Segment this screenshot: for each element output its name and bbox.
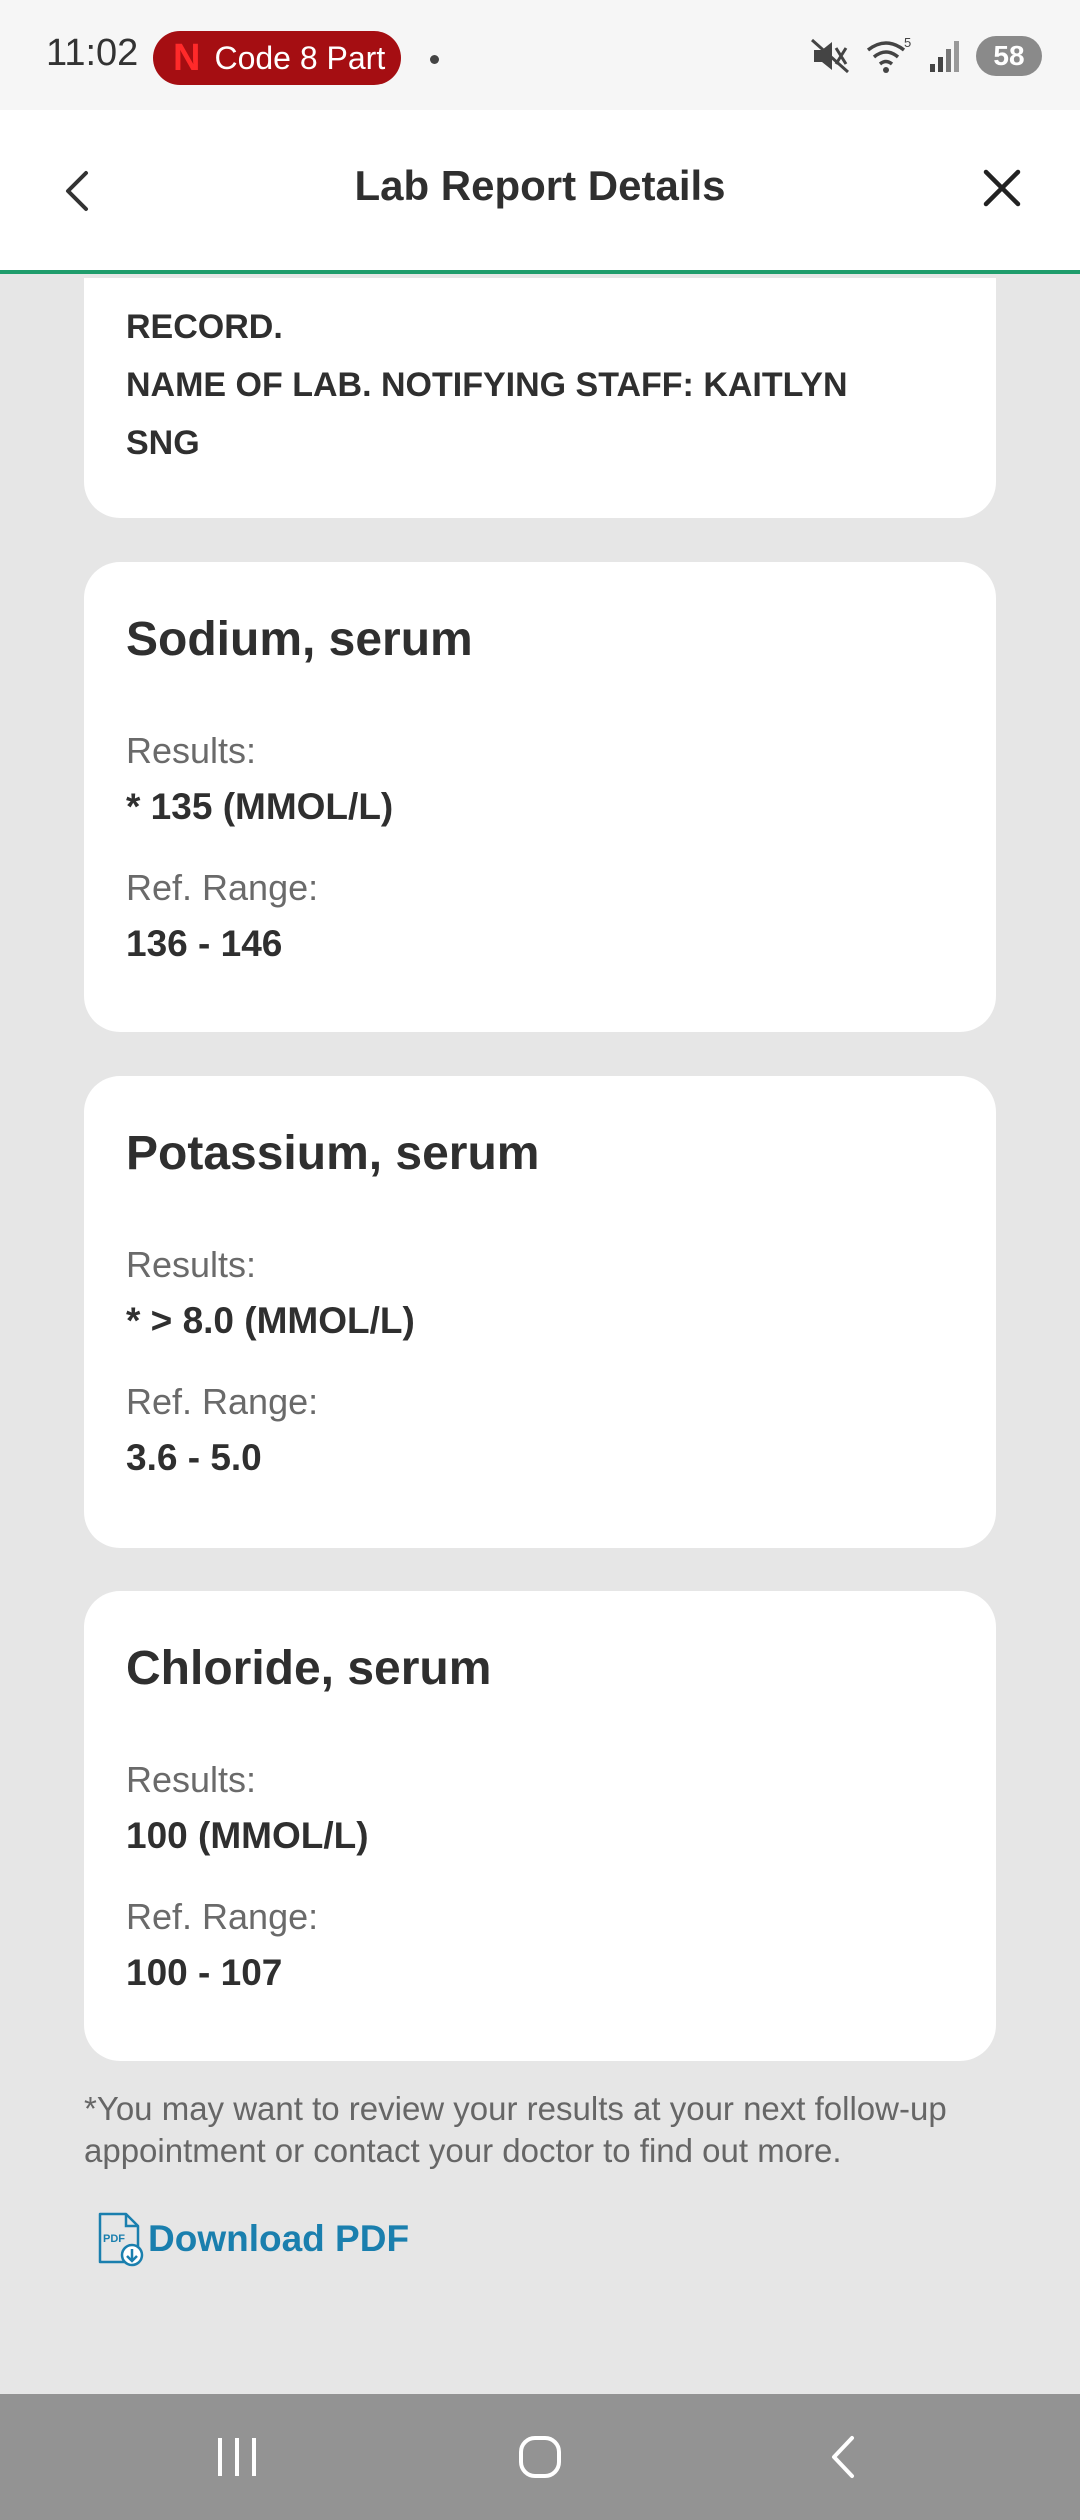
status-time: 11:02 [46, 32, 139, 74]
test-card-potassium: Potassium, serum Results: * > 8.0 (MMOL/… [84, 1076, 996, 1548]
status-icons: 5 58 [810, 36, 1042, 76]
ref-range-value: 3.6 - 5.0 [126, 1437, 262, 1478]
results-label: Results: [126, 1759, 257, 1800]
notification-dot-icon [430, 55, 439, 64]
test-card-chloride: Chloride, serum Results: 100 (MMOL/L) Re… [84, 1591, 996, 2061]
disclaimer-text: *You may want to review your results at … [84, 2090, 947, 2169]
note-line: SNG [126, 424, 200, 462]
pdf-icon-text: PDF [103, 2233, 125, 2245]
ref-range-value: 136 - 146 [126, 923, 283, 964]
recents-button[interactable] [202, 2422, 272, 2492]
ref-range-label: Ref. Range: [126, 867, 319, 908]
download-pdf-label: Download PDF [148, 2218, 410, 2259]
test-card-sodium: Sodium, serum Results: * 135 (MMOL/L) Re… [84, 562, 996, 1032]
ref-range-label: Ref. Range: [126, 1896, 319, 1937]
battery-indicator: 58 [976, 36, 1042, 76]
results-label: Results: [126, 1244, 257, 1285]
test-name: Sodium, serum [126, 613, 473, 666]
results-value: * > 8.0 (MMOL/L) [126, 1300, 415, 1341]
home-icon [519, 2436, 561, 2478]
test-name: Potassium, serum [126, 1127, 540, 1180]
app-header: Lab Report Details [0, 110, 1080, 274]
status-bar: 11:02 N Code 8 Part 5 58 [0, 0, 1080, 110]
pdf-download-icon: PDF [98, 2212, 144, 2267]
signal-icon [930, 41, 959, 72]
results-value: 100 (MMOL/L) [126, 1815, 369, 1856]
test-name: Chloride, serum [126, 1642, 492, 1695]
lab-note-card: RECORD. NAME OF LAB. NOTIFYING STAFF: KA… [84, 278, 996, 518]
note-line: RECORD. [126, 308, 283, 346]
download-pdf-link[interactable]: PDF Download PDF [94, 2210, 409, 2268]
system-nav-bar [0, 2394, 1080, 2520]
ref-range-value: 100 - 107 [126, 1952, 283, 1993]
system-back-button[interactable] [808, 2422, 878, 2492]
wifi-badge: 5 [904, 36, 911, 50]
close-icon [983, 169, 1021, 207]
wifi-icon: 5 [866, 36, 911, 73]
results-label: Results: [126, 730, 257, 771]
ref-range-label: Ref. Range: [126, 1381, 319, 1422]
recents-icon [218, 2438, 256, 2476]
note-line: NAME OF LAB. NOTIFYING STAFF: KAITLYN [126, 366, 848, 404]
page-title: Lab Report Details [354, 162, 726, 209]
netflix-notification-pill[interactable]: N Code 8 Part [153, 31, 401, 85]
netflix-icon: N [173, 36, 200, 79]
mute-icon [811, 38, 849, 74]
back-arrow-icon [832, 2436, 854, 2478]
report-content[interactable]: RECORD. NAME OF LAB. NOTIFYING STAFF: KA… [0, 278, 1080, 2394]
close-button[interactable] [974, 160, 1030, 216]
results-value: * 135 (MMOL/L) [126, 786, 394, 827]
home-button[interactable] [505, 2422, 575, 2492]
notification-label: Code 8 Part [214, 39, 386, 76]
